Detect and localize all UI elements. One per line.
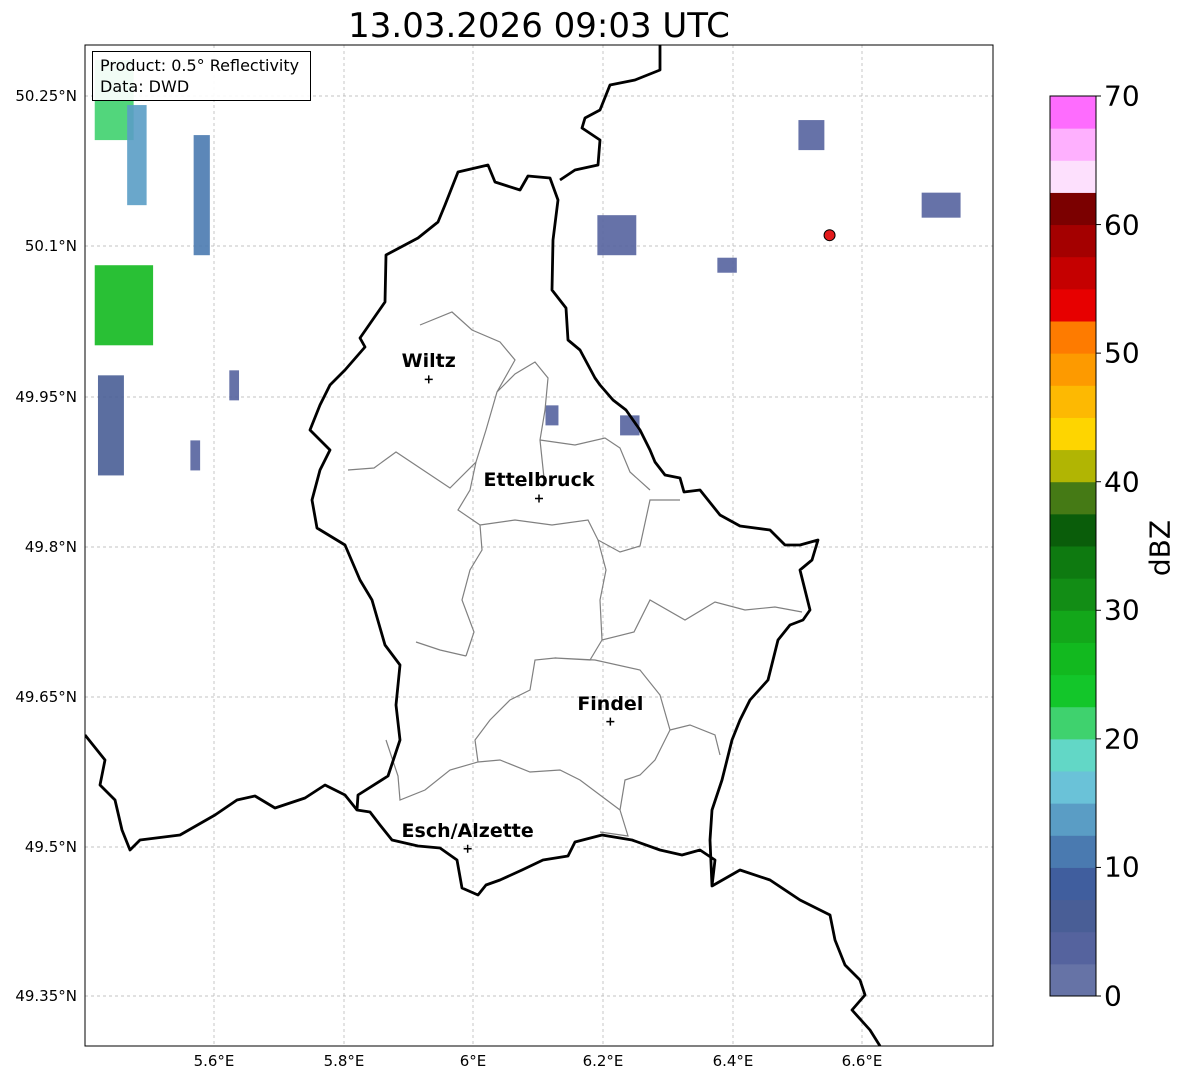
colorbar-segment (1050, 706, 1096, 740)
colorbar-segment (1050, 353, 1096, 386)
city-label: Findel (577, 692, 644, 715)
lon-tick: 6.6°E (841, 1052, 883, 1070)
colorbar-segment (1050, 385, 1096, 418)
lat-tick: 49.65°N (15, 688, 77, 706)
colorbar-segment (1050, 256, 1096, 290)
colorbar-tick: 30 (1104, 593, 1140, 627)
colorbar-segment (1050, 449, 1096, 483)
lat-tick: 49.95°N (15, 388, 77, 406)
colorbar-tick: 70 (1104, 79, 1140, 113)
lat-tick: 49.5°N (24, 838, 77, 856)
colorbar-tick: 50 (1104, 336, 1140, 370)
colorbar-segment (1050, 192, 1096, 226)
reflectivity-cell (97, 375, 124, 476)
lon-tick: 6.2°E (582, 1052, 624, 1070)
colorbar-segment (1050, 771, 1096, 804)
colorbar-segment (1050, 867, 1096, 901)
reflectivity-cell (717, 257, 737, 273)
colorbar-segment (1050, 288, 1096, 322)
city-label: Wiltz (401, 350, 456, 373)
city-label: Ettelbruck (483, 469, 595, 492)
colorbar-segment (1050, 931, 1096, 965)
colorbar-segment (1050, 417, 1096, 451)
colorbar-segment (1050, 513, 1096, 547)
colorbar-segment (1050, 224, 1096, 258)
colorbar-tick: 40 (1104, 465, 1140, 499)
colorbar-segment (1050, 321, 1096, 354)
reflectivity-cell (127, 105, 147, 206)
colorbar-segment (1050, 128, 1096, 161)
colorbar-segment (1050, 642, 1096, 676)
lat-tick: 50.25°N (15, 87, 77, 105)
reflectivity-cell (921, 192, 961, 218)
colorbar-segment (1050, 963, 1096, 997)
reflectivity-cell (229, 370, 240, 401)
reflectivity-cell (798, 120, 825, 151)
lon-tick: 5.8°E (323, 1052, 365, 1070)
colorbar-label: dBZ (1143, 519, 1177, 577)
lat-tick: 50.1°N (24, 237, 77, 255)
colorbar-segment (1050, 160, 1096, 193)
reflectivity-cell (190, 440, 201, 471)
colorbar-segment (1050, 481, 1096, 515)
colorbar-segment (1050, 578, 1096, 611)
colorbar-segment (1050, 803, 1096, 836)
city-label: Esch/Alzette (401, 819, 534, 842)
lat-tick: 49.35°N (15, 987, 77, 1005)
colorbar-segment (1050, 835, 1096, 868)
reflectivity-cell (597, 215, 637, 256)
colorbar-segment (1050, 674, 1096, 708)
colorbar-segment (1050, 546, 1096, 579)
colorbar-segment (1050, 610, 1096, 643)
lat-tick: 49.8°N (24, 538, 77, 556)
map-figure (84, 44, 1101, 1047)
info-box: Product: 0.5° Reflectivity Data: DWD (92, 51, 311, 101)
reflectivity-cell (94, 265, 154, 346)
reflectivity-cell (193, 135, 210, 256)
reflectivity-cell (545, 405, 559, 426)
colorbar-tick: 0 (1104, 979, 1122, 1013)
colorbar-segment (1050, 899, 1096, 933)
product-label: Product: 0.5° Reflectivity (100, 56, 300, 75)
lon-tick: 6°E (459, 1052, 487, 1070)
radar-site-marker (823, 229, 836, 242)
lon-tick: 6.4°E (712, 1052, 754, 1070)
colorbar-tick: 60 (1104, 208, 1140, 242)
colorbar (1049, 95, 1101, 997)
lon-tick: 5.6°E (193, 1052, 235, 1070)
colorbar-tick: 20 (1104, 722, 1140, 756)
map-background (85, 45, 993, 1046)
colorbar-segment (1050, 738, 1096, 772)
colorbar-tick: 10 (1104, 850, 1140, 884)
colorbar-segment (1050, 96, 1096, 129)
data-source-label: Data: DWD (100, 77, 190, 96)
